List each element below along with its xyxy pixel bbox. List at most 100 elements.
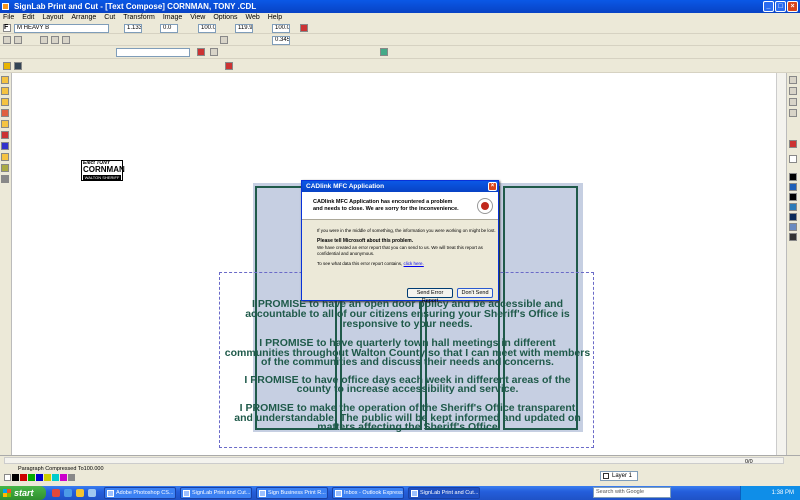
page-counter: 0/0 [745,459,753,465]
task-signlab-1[interactable]: SignLab Print and Cut... [180,487,252,499]
send-error-report-button[interactable]: Send Error Report [407,288,453,304]
arrow-icon[interactable] [789,76,797,84]
menu-view[interactable]: View [190,13,205,22]
shape-tool-icon[interactable] [1,109,9,117]
swatch-yellow[interactable] [44,474,51,481]
swatch-blue[interactable] [789,183,797,191]
arrow-icon[interactable] [789,87,797,95]
quick-launch-icon[interactable] [76,489,84,497]
campaign-logo[interactable]: Elect TONY CORNMAN WALTON SHERIFF [81,160,125,181]
swatch-black[interactable] [789,173,797,181]
swatch-navy[interactable] [789,213,797,221]
quick-launch-icon[interactable] [64,489,72,497]
swatch-green[interactable] [28,474,35,481]
eyedropper-tool-icon[interactable] [1,164,9,172]
left-toolbox [0,73,12,457]
swatch-blue[interactable] [36,474,43,481]
vertical-scrollbar[interactable] [776,73,786,455]
menu-transform[interactable]: Transform [123,13,155,22]
fill-tool-icon[interactable] [1,131,9,139]
menu-edit[interactable]: Edit [22,13,34,22]
font-name-field[interactable]: M HEAVY B [14,24,109,33]
swatch-cyan[interactable] [52,474,59,481]
node-tool-icon[interactable] [1,87,9,95]
maximize-button[interactable]: □ [775,1,786,12]
zoom-tool-icon[interactable] [1,120,9,128]
width-percent-field[interactable]: 100.0 [198,24,216,33]
task-signlab-2[interactable]: SignLab Print and Cut... [408,487,480,499]
layer-selector[interactable]: Layer 1 [600,471,638,481]
menu-help[interactable]: Help [268,13,282,22]
swatch-magenta[interactable] [60,474,67,481]
text-toolbar: F M HEAVY B 1.133 0.0 100.0 119.9 100.0 [0,22,800,34]
swatch-dark-gray[interactable] [789,233,797,241]
swatch-black[interactable] [12,474,19,481]
save-icon[interactable] [14,62,22,70]
menu-arrange[interactable]: Arrange [71,13,96,22]
tracking-field[interactable]: 0.0 [160,24,178,33]
menu-file[interactable]: File [3,13,14,22]
quick-launch-icon[interactable] [88,489,96,497]
underline-icon[interactable] [62,36,70,44]
text-tool-icon[interactable] [210,48,218,56]
details-link[interactable]: click here. [404,261,424,266]
horizontal-scrollbar[interactable] [4,457,784,464]
knife-tool-icon[interactable] [1,153,9,161]
page-icon[interactable] [789,155,797,163]
object-name-field[interactable] [116,48,190,57]
align-center-icon[interactable] [14,36,22,44]
quick-launch-icon[interactable] [52,489,60,497]
font-size-field[interactable]: 1.133 [124,24,142,33]
bold-icon[interactable] [40,36,48,44]
outline-tool-icon[interactable] [1,142,9,150]
close-button[interactable]: × [787,1,798,12]
task-sign-business[interactable]: Sign Business Print R... [256,487,328,499]
cut-icon[interactable] [789,140,797,148]
menu-layout[interactable]: Layout [42,13,63,22]
swatch-gray[interactable] [68,474,75,481]
clock[interactable]: 1:38 PM [772,490,794,496]
menu-web[interactable]: Web [245,13,259,22]
dialog-details-text: To see what data this error report conta… [317,261,404,266]
close-text-icon[interactable] [197,48,205,56]
windows-taskbar: start Adobe Photoshop CS... SignLab Prin… [0,486,800,500]
menu-cut[interactable]: Cut [104,13,115,22]
swatch-cyan[interactable] [789,203,797,211]
align-left-icon[interactable] [3,36,11,44]
select-tool-icon[interactable] [1,76,9,84]
text-style-icon[interactable] [220,36,228,44]
height-field[interactable]: 119.9 [235,24,253,33]
open-icon[interactable] [3,62,11,70]
task-label: Inbox - Outlook Express [344,490,403,496]
dont-send-button[interactable]: Don't Send [457,288,493,298]
start-button[interactable]: start [0,486,46,500]
menu-options[interactable]: Options [213,13,237,22]
eraser-tool-icon[interactable] [1,175,9,183]
arrow-icon[interactable] [789,109,797,117]
swatch-red[interactable] [20,474,27,481]
menu-image[interactable]: Image [163,13,182,22]
color-icon[interactable] [380,48,388,56]
scale-field[interactable]: 100.0 [272,24,290,33]
dialog-header: CADlink MFC Application has encountered … [302,192,498,220]
line-spacing-field[interactable]: 0.345 [272,36,290,45]
cancel-icon[interactable] [225,62,233,70]
text-tool-icon[interactable] [1,98,9,106]
minimize-button[interactable]: _ [763,1,774,12]
task-photoshop[interactable]: Adobe Photoshop CS... [104,487,176,499]
signlab-icon [183,490,190,497]
google-search-input[interactable]: Search with Google [593,487,671,498]
arrow-icon[interactable] [789,98,797,106]
italic-icon[interactable] [51,36,59,44]
art-line: matters affecting the Sheriff's Office [317,421,498,433]
dialog-close-button[interactable]: × [488,182,497,191]
swatch-light-blue[interactable] [789,223,797,231]
delete-icon[interactable] [300,24,308,32]
task-outlook[interactable]: Inbox - Outlook Express [332,487,404,499]
arrange-toolbar [0,59,800,73]
windows-logo-icon [3,489,11,497]
app-icon[interactable] [2,3,9,10]
swatch-black-2[interactable] [789,193,797,201]
font-type-icon[interactable]: F [3,24,11,32]
swatch-white[interactable] [4,474,11,481]
